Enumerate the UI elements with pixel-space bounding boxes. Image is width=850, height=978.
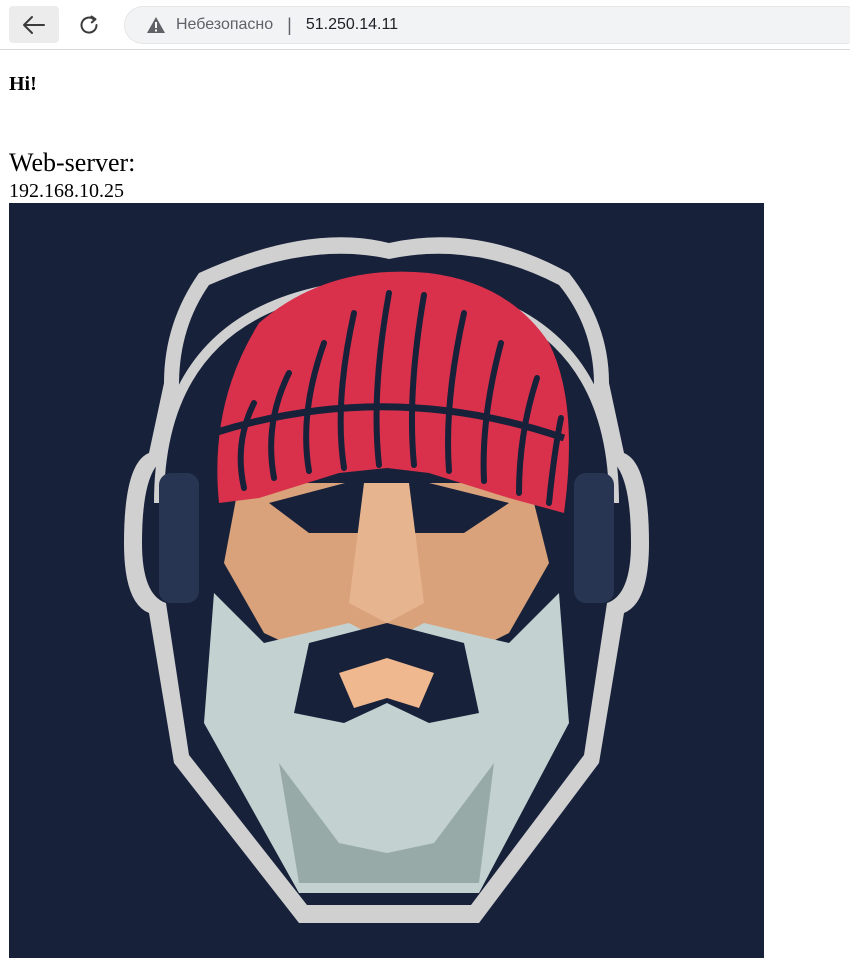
reload-icon [80, 15, 98, 34]
server-ip: 192.168.10.25 [9, 180, 124, 202]
address-separator: | [287, 14, 292, 35]
server-title: Web-server: [9, 148, 136, 177]
arrow-left-icon [23, 15, 45, 34]
reload-button[interactable] [68, 6, 110, 43]
greeting-heading: Hi! [9, 73, 37, 95]
security-label[interactable]: Небезопасно [176, 16, 273, 34]
bearded-man-headphones-logo [9, 203, 764, 958]
url-text[interactable]: 51.250.14.11 [306, 16, 398, 34]
browser-toolbar: Небезопасно | 51.250.14.11 [0, 0, 850, 50]
address-bar[interactable]: Небезопасно | 51.250.14.11 [124, 6, 850, 44]
back-button[interactable] [9, 6, 59, 43]
warning-icon[interactable] [146, 16, 166, 34]
